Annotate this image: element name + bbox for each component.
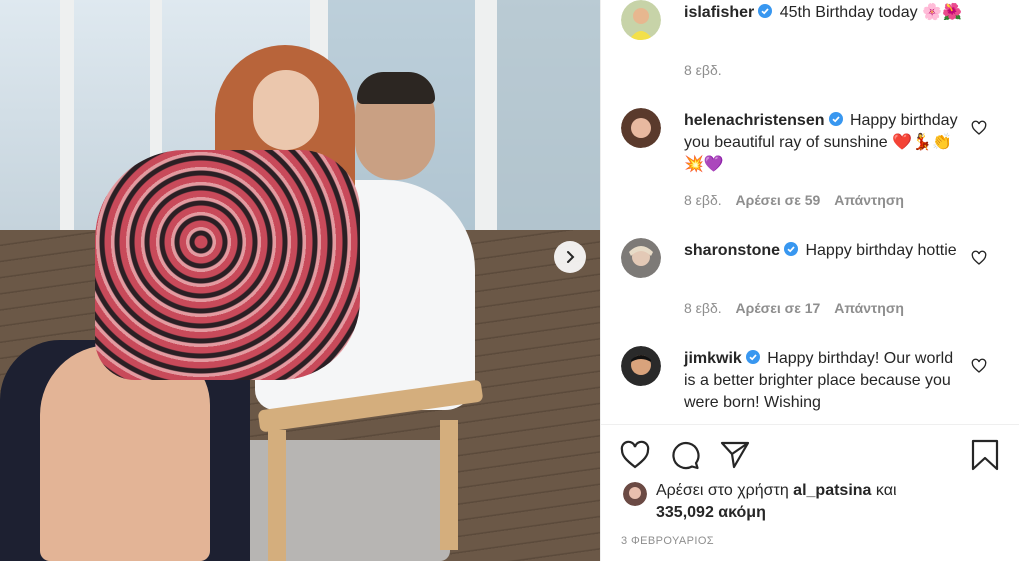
avatar[interactable] xyxy=(623,482,647,506)
comment-text: helenachristensen Happy birthday you bea… xyxy=(684,110,969,176)
bookmark-icon[interactable] xyxy=(969,439,1001,471)
verified-badge-icon xyxy=(758,4,773,18)
comment-text: jimkwik Happy birthday! Our world is a b… xyxy=(684,348,969,414)
comment-meta: 8 εβδ. Αρέσει σε 59 Απάντηση xyxy=(684,192,914,208)
chevron-right-icon xyxy=(567,251,575,263)
comment-meta: 8 εβδ. Αρέσει σε 17 Απάντηση xyxy=(684,300,914,316)
post-photo[interactable] xyxy=(0,0,600,561)
caption-text: islafisher 45th Birthday today 🌸🌺 xyxy=(684,2,969,24)
comment-username[interactable]: jimkwik xyxy=(684,350,742,367)
likes-and: και xyxy=(875,482,897,499)
comment-username[interactable]: sharonstone xyxy=(684,242,780,259)
caption-username[interactable]: islafisher xyxy=(684,4,754,21)
likes-username[interactable]: al_patsina xyxy=(793,482,871,499)
likes-prefix: Αρέσει στο χρήστη xyxy=(656,482,789,499)
photo-frame xyxy=(60,0,74,240)
heart-icon[interactable] xyxy=(971,250,987,266)
caption-meta: 8 εβδ. xyxy=(684,62,732,78)
photo-man-hair xyxy=(357,72,435,104)
instagram-post: islafisher 45th Birthday today 🌸🌺 8 εβδ.… xyxy=(0,0,1019,561)
comment-likes[interactable]: Αρέσει σε 17 xyxy=(736,300,821,316)
heart-icon[interactable] xyxy=(971,358,987,374)
comment-time[interactable]: 8 εβδ. xyxy=(684,192,722,208)
photo-chair-leg xyxy=(268,430,286,561)
comment-username[interactable]: helenachristensen xyxy=(684,112,825,129)
comment-body: Happy birthday hottie xyxy=(805,242,957,259)
post-date[interactable]: 3 ΦΕΒΡΟΥΑΡΙΟΣ xyxy=(621,535,714,547)
comment-icon[interactable] xyxy=(669,439,701,471)
comment-time[interactable]: 8 εβδ. xyxy=(684,300,722,316)
heart-icon[interactable] xyxy=(971,120,987,136)
verified-badge-icon xyxy=(784,242,799,256)
post-side-panel: islafisher 45th Birthday today 🌸🌺 8 εβδ.… xyxy=(600,0,1019,561)
avatar[interactable] xyxy=(621,108,661,148)
caption-body: 45th Birthday today 🌸🌺 xyxy=(779,4,962,21)
comment-text: sharonstone Happy birthday hottie xyxy=(684,240,969,262)
reply-button[interactable]: Απάντηση xyxy=(834,192,904,208)
photo-chair-leg xyxy=(440,420,458,550)
avatar[interactable] xyxy=(621,238,661,278)
likes-count[interactable]: 335,092 ακόμη xyxy=(656,504,766,521)
photo-dress xyxy=(95,150,360,380)
next-photo-button[interactable] xyxy=(554,241,586,273)
avatar[interactable] xyxy=(621,346,661,386)
verified-badge-icon xyxy=(828,112,843,126)
reply-button[interactable]: Απάντηση xyxy=(834,300,904,316)
like-heart-icon[interactable] xyxy=(619,439,651,471)
avatar[interactable] xyxy=(621,0,661,40)
likes-text: Αρέσει στο χρήστη al_patsina και 335,092… xyxy=(656,480,956,524)
photo-woman-face xyxy=(253,70,319,150)
share-icon[interactable] xyxy=(719,439,751,471)
verified-badge-icon xyxy=(745,350,760,364)
comment-likes[interactable]: Αρέσει σε 59 xyxy=(736,192,821,208)
caption-time[interactable]: 8 εβδ. xyxy=(684,62,722,78)
comments-list[interactable]: islafisher 45th Birthday today 🌸🌺 8 εβδ.… xyxy=(601,0,1019,424)
